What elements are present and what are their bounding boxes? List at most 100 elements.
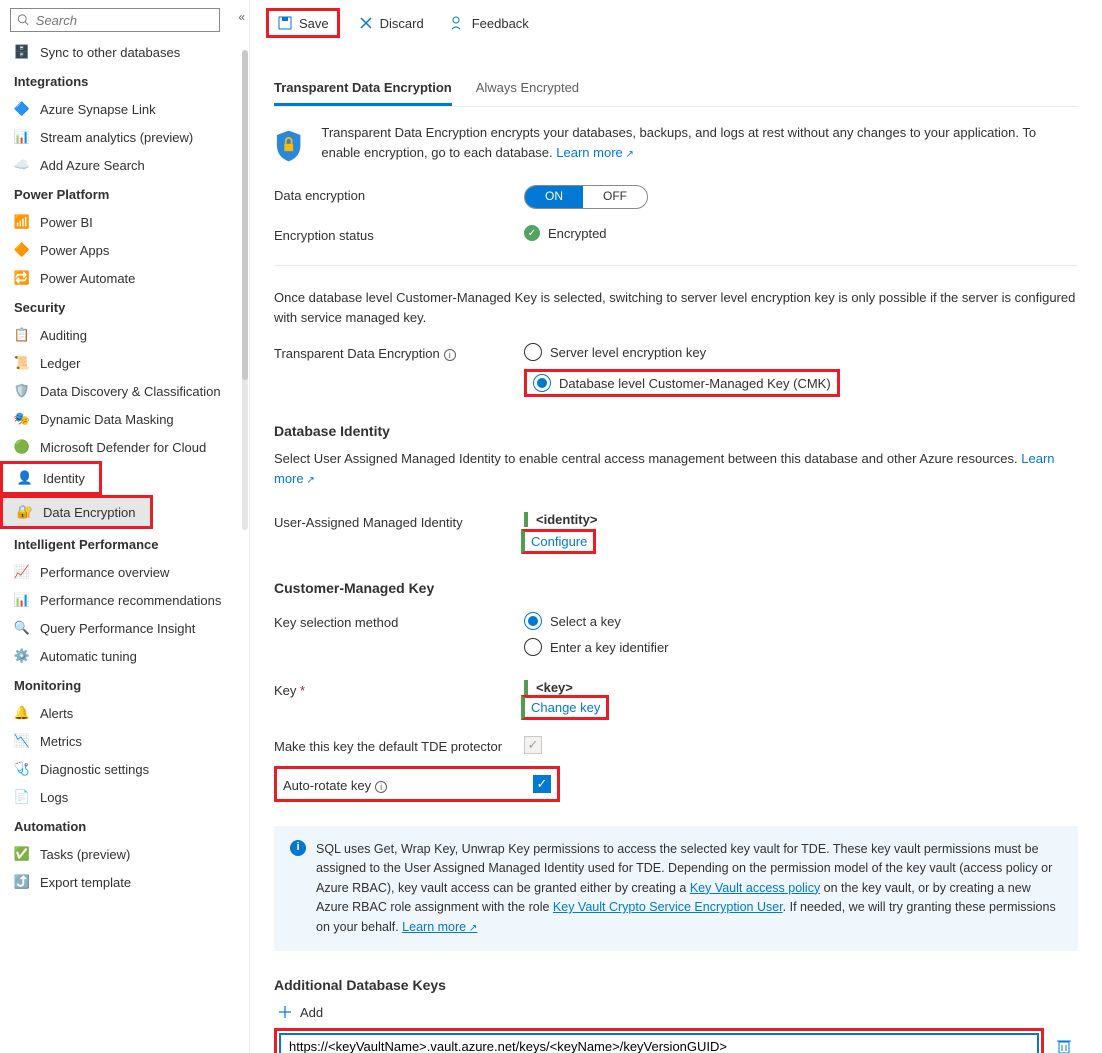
powerapps-icon: 🔶 — [14, 242, 30, 258]
synapse-icon: 🔷 — [14, 101, 30, 117]
sidebar-item-perf-rec[interactable]: 📊Performance recommendations — [0, 586, 249, 614]
stream-icon: 📊 — [14, 129, 30, 145]
autorotate-checkbox[interactable]: ✓ — [533, 775, 551, 793]
sidebar-item-query-insight[interactable]: 🔍Query Performance Insight — [0, 614, 249, 642]
data-encryption-toggle[interactable]: ON OFF — [524, 185, 648, 209]
sidebar-item-logs[interactable]: 📄Logs — [0, 783, 249, 811]
radio-label: Select a key — [550, 614, 621, 629]
sidebar-item-perf-overview[interactable]: 📈Performance overview — [0, 558, 249, 586]
info-icon[interactable]: i — [375, 781, 387, 793]
radio-label: Server level encryption key — [550, 345, 706, 360]
tab-tde[interactable]: Transparent Data Encryption — [274, 72, 452, 106]
label-data-encryption: Data encryption — [274, 185, 524, 203]
encryption-status: ✓ Encrypted — [524, 225, 607, 241]
classification-icon: 🛡️ — [14, 383, 30, 399]
kv-crypto-role-link[interactable]: Key Vault Crypto Service Encryption User — [553, 900, 783, 914]
sidebar-item-label: Sync to other databases — [40, 45, 180, 60]
sidebar-item-masking[interactable]: 🎭Dynamic Data Masking — [0, 405, 249, 433]
tab-always-encrypted[interactable]: Always Encrypted — [476, 72, 579, 106]
tde-description: Transparent Data Encryption encrypts you… — [321, 123, 1078, 162]
change-key-link[interactable]: Change key — [531, 700, 600, 715]
sidebar-item-sync[interactable]: 🗄️ Sync to other databases — [0, 38, 249, 66]
learn-more-link-3[interactable]: Learn more — [402, 920, 477, 934]
save-icon — [277, 15, 293, 31]
sidebar-item-diag[interactable]: 🩺Diagnostic settings — [0, 755, 249, 783]
label-encryption-status: Encryption status — [274, 225, 524, 243]
sidebar-item-defender[interactable]: 🟢Microsoft Defender for Cloud — [0, 433, 249, 461]
sidebar-item-tasks[interactable]: ✅Tasks (preview) — [0, 840, 249, 868]
main-content: Save Discard Feedback Transparent Data E… — [250, 0, 1102, 1053]
save-button[interactable]: Save — [266, 8, 340, 38]
sidebar-item-powerapps[interactable]: 🔶Power Apps — [0, 236, 249, 264]
key-value: <key> — [536, 680, 573, 695]
sidebar-item-label: Auditing — [40, 328, 87, 343]
radio-select-key[interactable]: Select a key — [524, 612, 669, 630]
discard-button[interactable]: Discard — [350, 11, 432, 35]
add-label: Add — [300, 1005, 323, 1020]
sidebar-item-label: Data Encryption — [43, 505, 136, 520]
tune-icon: ⚙️ — [14, 648, 30, 664]
sidebar-item-metrics[interactable]: 📉Metrics — [0, 727, 249, 755]
sidebar-item-label: Diagnostic settings — [40, 762, 149, 777]
sidebar-item-search[interactable]: ☁️Add Azure Search — [0, 151, 249, 179]
sidebar-item-label: Power BI — [40, 215, 93, 230]
encryption-icon: 🔐 — [17, 504, 33, 520]
sidebar-item-powerautomate[interactable]: 🔁 Power Automate — [0, 264, 249, 292]
export-icon: ⤴️ — [14, 874, 30, 890]
sidebar-item-synapse[interactable]: 🔷Azure Synapse Link — [0, 95, 249, 123]
sidebar-item-alerts[interactable]: 🔔Alerts — [0, 699, 249, 727]
delete-key-button[interactable] — [1056, 1043, 1072, 1053]
info-icon[interactable]: i — [444, 349, 456, 361]
powerautomate-icon: 🔁 — [14, 270, 30, 286]
radio-server-key[interactable]: Server level encryption key — [524, 343, 840, 361]
search-icon — [17, 13, 30, 27]
chart-icon: 📈 — [14, 564, 30, 580]
add-key-button[interactable]: Add — [274, 1001, 327, 1024]
section-automation: Automation — [0, 811, 249, 840]
sidebar-item-label: Performance recommendations — [40, 593, 221, 608]
radio-label: Enter a key identifier — [550, 640, 669, 655]
sidebar-item-stream[interactable]: 📊 Stream analytics (preview) — [0, 123, 249, 151]
sidebar-item-powerbi[interactable]: 📶Power BI — [0, 208, 249, 236]
sidebar-item-identity[interactable]: 👤Identity — [3, 464, 99, 492]
section-power-platform: Power Platform — [0, 179, 249, 208]
key-value-block: <key> — [524, 680, 573, 695]
query-icon: 🔍 — [14, 620, 30, 636]
search-input[interactable] — [34, 12, 213, 29]
identity-value-block: <identity> — [524, 512, 597, 527]
section-integrations: Integrations — [0, 66, 249, 95]
discard-icon — [358, 15, 374, 31]
database-sync-icon: 🗄️ — [14, 44, 30, 60]
sidebar-item-label: Microsoft Defender for Cloud — [40, 440, 206, 455]
auditing-icon: 📋 — [14, 327, 30, 343]
sidebar-item-export[interactable]: ⤴️Export template — [0, 868, 249, 896]
check-icon: ✓ — [524, 225, 540, 241]
heading-db-identity: Database Identity — [274, 423, 1078, 439]
sidebar-item-discovery[interactable]: 🛡️ Data Discovery & Classification — [0, 377, 249, 405]
sidebar-item-label: Data Discovery & Classification — [40, 384, 221, 399]
kv-access-policy-link[interactable]: Key Vault access policy — [690, 881, 820, 895]
learn-more-link[interactable]: Learn more — [556, 145, 634, 160]
sidebar-item-data-encryption[interactable]: 🔐 Data Encryption — [3, 498, 150, 526]
feedback-button[interactable]: Feedback — [442, 11, 537, 35]
heading-cmk: Customer-Managed Key — [274, 580, 1078, 596]
sidebar-scrollbar[interactable] — [242, 50, 248, 530]
label-default-protector: Make this key the default TDE protector — [274, 736, 524, 754]
sidebar-item-label: Power Automate — [40, 271, 135, 286]
key-uri-input[interactable] — [279, 1033, 1039, 1053]
separator — [274, 265, 1078, 266]
configure-identity-link[interactable]: Configure — [531, 534, 587, 549]
search-input-wrap[interactable] — [10, 8, 220, 32]
shield-lock-icon — [274, 123, 303, 169]
sidebar-item-ledger[interactable]: 📜Ledger — [0, 349, 249, 377]
radio-db-cmk[interactable]: Database level Customer-Managed Key (CMK… — [533, 374, 831, 392]
sidebar-item-label: Logs — [40, 790, 68, 805]
collapse-sidebar-icon[interactable]: « — [238, 10, 245, 24]
sidebar-item-auditing[interactable]: 📋 Auditing — [0, 321, 249, 349]
radio-enter-id[interactable]: Enter a key identifier — [524, 638, 669, 656]
sidebar-item-autotune[interactable]: ⚙️Automatic tuning — [0, 642, 249, 670]
permissions-infobox: i SQL uses Get, Wrap Key, Unwrap Key per… — [274, 826, 1078, 951]
section-perf: Intelligent Performance — [0, 529, 249, 558]
sidebar-item-label: Dynamic Data Masking — [40, 412, 174, 427]
sidebar-item-label: Stream analytics (preview) — [40, 130, 193, 145]
